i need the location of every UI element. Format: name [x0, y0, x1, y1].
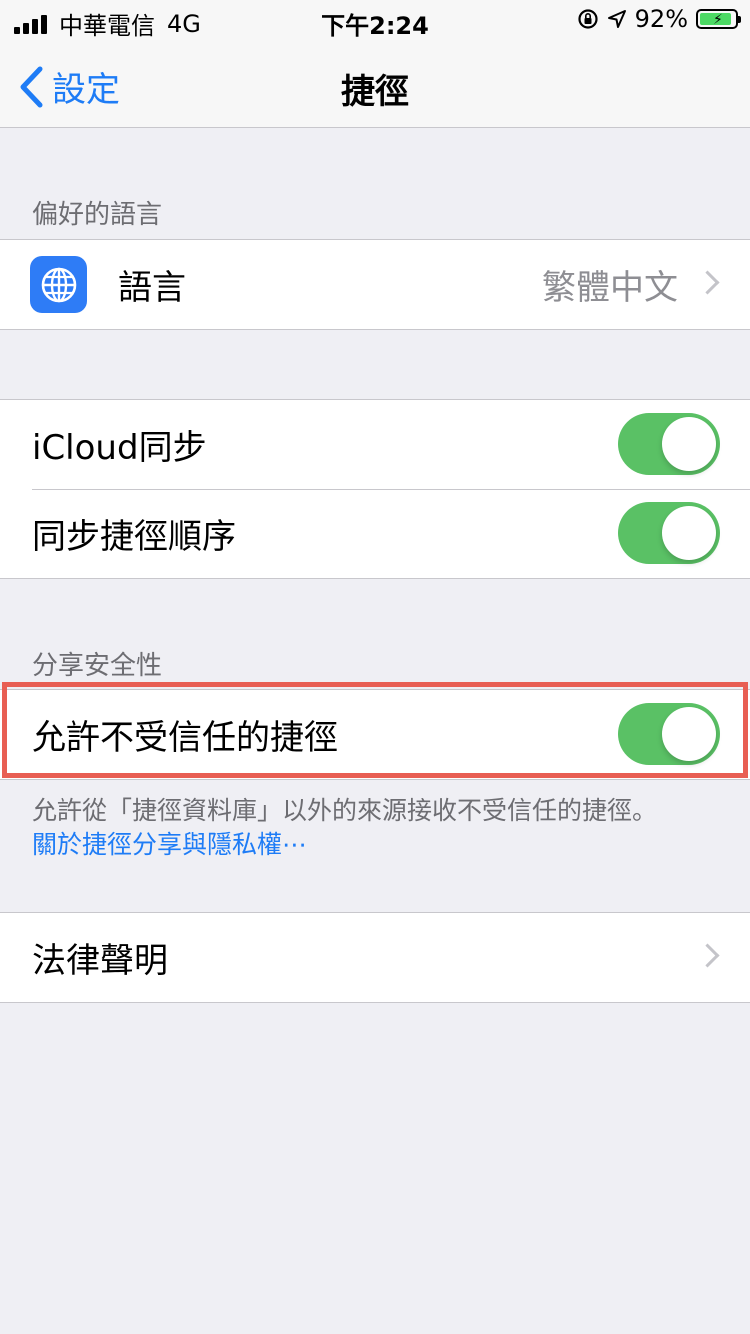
- battery-icon: ⚡: [696, 9, 741, 29]
- toggle-knob: [662, 417, 716, 471]
- language-row[interactable]: 語言 繁體中文: [0, 240, 750, 329]
- battery-percent: 92%: [634, 5, 688, 33]
- security-footer: 允許從「捷徑資料庫」以外的來源接收不受信任的捷徑。 關於捷徑分享與隱私權⋯: [32, 794, 657, 862]
- privacy-link[interactable]: 關於捷徑分享與隱私權⋯: [32, 828, 657, 862]
- battery-level: ⚡: [700, 12, 732, 28]
- page-title: 捷徑: [341, 72, 409, 112]
- icloud-sync-row: iCloud同步: [0, 400, 750, 489]
- language-section-header: 偏好的語言: [32, 200, 163, 230]
- security-group: 允許不受信任的捷徑: [0, 689, 750, 780]
- toggle-knob: [662, 506, 716, 560]
- icloud-sync-label: iCloud同步: [32, 428, 207, 468]
- sync-group: iCloud同步 同步捷徑順序: [0, 399, 750, 579]
- language-group: 語言 繁體中文: [0, 239, 750, 330]
- sync-order-label: 同步捷徑順序: [32, 517, 236, 557]
- chevron-right-icon: [695, 943, 720, 968]
- toggle-knob: [662, 707, 716, 761]
- untrusted-shortcuts-toggle[interactable]: [618, 703, 720, 765]
- untrusted-shortcuts-row: 允許不受信任的捷徑: [0, 690, 750, 779]
- location-arrow-icon: [607, 10, 626, 28]
- orientation-lock-icon: [578, 9, 598, 29]
- icloud-sync-toggle[interactable]: [618, 413, 720, 475]
- globe-icon: [30, 256, 87, 313]
- security-section-header: 分享安全性: [32, 651, 163, 681]
- status-bar-right: 92% ⚡: [577, 5, 741, 33]
- chevron-right-icon: [695, 270, 720, 295]
- legal-group: 法律聲明: [0, 912, 750, 1003]
- legal-notice-row[interactable]: 法律聲明: [0, 913, 750, 1002]
- language-label: 語言: [118, 268, 186, 308]
- status-bar: 中華電信 4G 下午2:24 92% ⚡: [0, 0, 750, 40]
- navigation-bar: 設定 捷徑: [0, 40, 750, 128]
- security-footer-text: 允許從「捷徑資料庫」以外的來源接收不受信任的捷徑。: [32, 796, 658, 825]
- charging-bolt-icon: ⚡: [713, 12, 723, 28]
- legal-notice-label: 法律聲明: [32, 941, 168, 981]
- untrusted-shortcuts-label: 允許不受信任的捷徑: [32, 718, 338, 758]
- sync-order-row: 同步捷徑順序: [0, 489, 750, 578]
- sync-order-toggle[interactable]: [618, 502, 720, 564]
- language-value: 繁體中文: [542, 268, 678, 308]
